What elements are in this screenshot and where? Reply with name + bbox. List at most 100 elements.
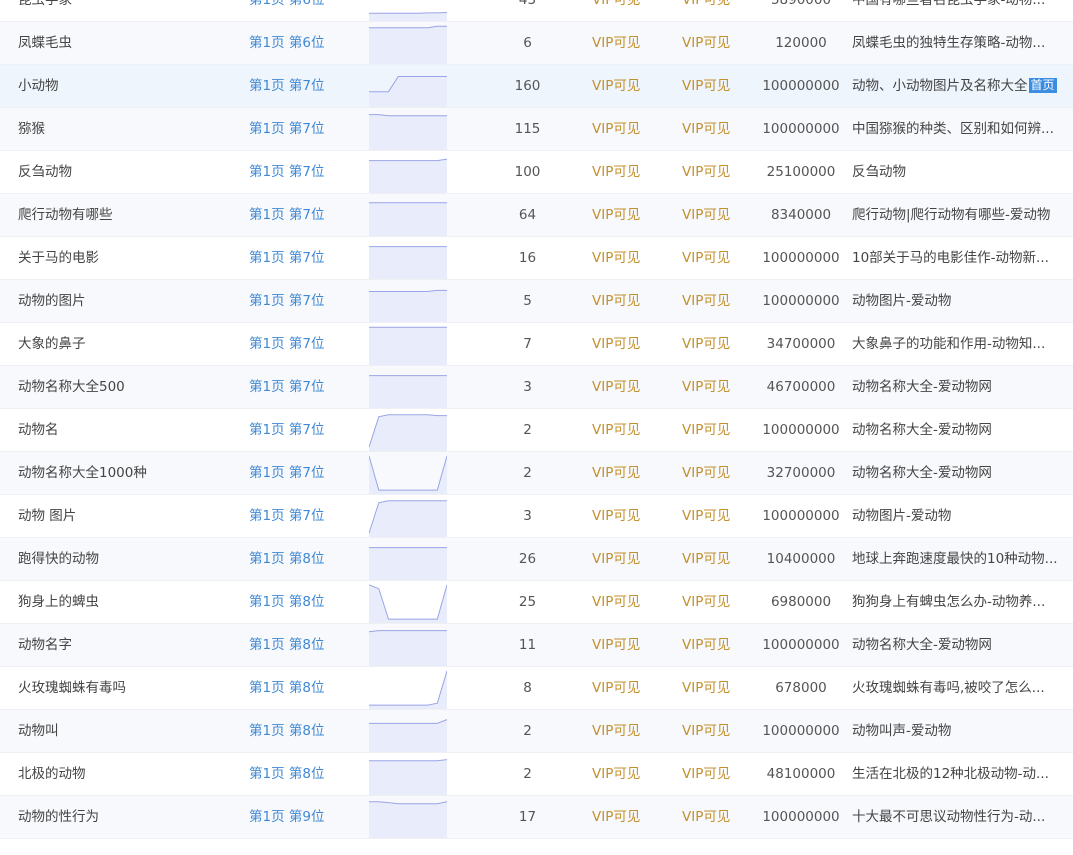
- vip-visible-label[interactable]: VIP可见: [592, 581, 640, 623]
- page-title-cell[interactable]: 动物名称大全-爱动物网: [852, 366, 1062, 408]
- rank-link[interactable]: 第1页 第7位: [249, 495, 359, 537]
- vip-visible-label[interactable]: VIP可见: [682, 495, 730, 537]
- rank-link[interactable]: 第1页 第6位: [249, 0, 359, 21]
- table-row[interactable]: 动物叫 第1页 第8位 2 VIP可见 VIP可见 100000000 动物叫声-爱动物: [0, 710, 1073, 753]
- page-title-cell[interactable]: 狗狗身上有蜱虫怎么办-动物养...: [852, 581, 1062, 623]
- vip-visible-label[interactable]: VIP可见: [592, 0, 640, 21]
- vip-visible-label[interactable]: VIP可见: [682, 710, 730, 752]
- table-row[interactable]: 北极的动物 第1页 第8位 2 VIP可见 VIP可见 48100000 生活在北极的12种…: [0, 753, 1073, 796]
- table-row[interactable]: 凤蝶毛虫 第1页 第6位 6 VIP可见 VIP可见 120000 凤蝶毛虫的独特生存策略-…: [0, 22, 1073, 65]
- table-row[interactable]: 动物名称大全500 第1页 第7位 3 VIP可见 VIP可见 46700000 动物名称大…: [0, 366, 1073, 409]
- table-row[interactable]: 昆虫学家 第1页 第6位 43 VIP可见 VIP可见 5890000 中国有哪些著名昆虫学…: [0, 0, 1073, 22]
- page-title-cell[interactable]: 中国猕猴的种类、区别和如何辨...: [852, 108, 1062, 150]
- page-title-cell[interactable]: 地球上奔跑速度最快的10种动物...: [852, 538, 1062, 580]
- table-row[interactable]: 爬行动物有哪些 第1页 第7位 64 VIP可见 VIP可见 8340000 爬行动物|爬行…: [0, 194, 1073, 237]
- vip-visible-label[interactable]: VIP可见: [682, 409, 730, 451]
- vip-visible-label[interactable]: VIP可见: [592, 495, 640, 537]
- table-row[interactable]: 关于马的电影 第1页 第7位 16 VIP可见 VIP可见 100000000 10部关于马…: [0, 237, 1073, 280]
- vip-visible-label[interactable]: VIP可见: [592, 65, 640, 107]
- table-row[interactable]: 猕猴 第1页 第7位 115 VIP可见 VIP可见 100000000 中国猕猴的种类、区…: [0, 108, 1073, 151]
- vip-visible-label[interactable]: VIP可见: [592, 194, 640, 236]
- page-title-cell[interactable]: 动物图片-爱动物: [852, 280, 1062, 322]
- rank-link[interactable]: 第1页 第8位: [249, 667, 359, 709]
- table-row[interactable]: 大象的鼻子 第1页 第7位 7 VIP可见 VIP可见 34700000 大象鼻子的功能和作…: [0, 323, 1073, 366]
- vip-visible-label[interactable]: VIP可见: [682, 452, 730, 494]
- vip-visible-label[interactable]: VIP可见: [682, 151, 730, 193]
- table-row[interactable]: 跑得快的动物 第1页 第8位 26 VIP可见 VIP可见 10400000 地球上奔跑速度…: [0, 538, 1073, 581]
- rank-link[interactable]: 第1页 第9位: [249, 796, 359, 838]
- vip-visible-label[interactable]: VIP可见: [592, 366, 640, 408]
- page-title-cell[interactable]: 反刍动物: [852, 151, 1062, 193]
- vip-visible-label[interactable]: VIP可见: [682, 194, 730, 236]
- vip-visible-label[interactable]: VIP可见: [592, 409, 640, 451]
- table-row[interactable]: 火玫瑰蜘蛛有毒吗 第1页 第8位 8 VIP可见 VIP可见 678000 火玫瑰蜘蛛有毒吗…: [0, 667, 1073, 710]
- vip-visible-label[interactable]: VIP可见: [682, 65, 730, 107]
- vip-visible-label[interactable]: VIP可见: [592, 710, 640, 752]
- table-row[interactable]: 反刍动物 第1页 第7位 100 VIP可见 VIP可见 25100000 反刍动物: [0, 151, 1073, 194]
- vip-visible-label[interactable]: VIP可见: [682, 581, 730, 623]
- rank-link[interactable]: 第1页 第8位: [249, 581, 359, 623]
- table-row[interactable]: 小动物 第1页 第7位 160 VIP可见 VIP可见 100000000 动物、小动物图片…: [0, 65, 1073, 108]
- rank-link[interactable]: 第1页 第7位: [249, 323, 359, 365]
- vip-visible-label[interactable]: VIP可见: [592, 796, 640, 838]
- vip-visible-label[interactable]: VIP可见: [682, 237, 730, 279]
- vip-visible-label[interactable]: VIP可见: [682, 753, 730, 795]
- rank-link[interactable]: 第1页 第7位: [249, 237, 359, 279]
- page-title-cell[interactable]: 动物、小动物图片及名称大全 首页: [852, 65, 1067, 107]
- rank-link[interactable]: 第1页 第7位: [249, 108, 359, 150]
- table-row[interactable]: 动物名 第1页 第7位 2 VIP可见 VIP可见 100000000 动物名称大全-爱动物…: [0, 409, 1073, 452]
- vip-visible-label[interactable]: VIP可见: [592, 280, 640, 322]
- rank-link[interactable]: 第1页 第8位: [249, 753, 359, 795]
- rank-link[interactable]: 第1页 第7位: [249, 366, 359, 408]
- rank-link[interactable]: 第1页 第8位: [249, 624, 359, 666]
- vip-visible-label[interactable]: VIP可见: [592, 538, 640, 580]
- vip-visible-label[interactable]: VIP可见: [682, 667, 730, 709]
- vip-visible-label[interactable]: VIP可见: [592, 667, 640, 709]
- page-title-cell[interactable]: 火玫瑰蜘蛛有毒吗,被咬了怎么...: [852, 667, 1062, 709]
- vip-visible-label[interactable]: VIP可见: [682, 0, 730, 21]
- vip-visible-label[interactable]: VIP可见: [592, 753, 640, 795]
- rank-link[interactable]: 第1页 第8位: [249, 538, 359, 580]
- vip-visible-label[interactable]: VIP可见: [592, 624, 640, 666]
- rank-link[interactable]: 第1页 第8位: [249, 710, 359, 752]
- table-row[interactable]: 动物名称大全1000种 第1页 第7位 2 VIP可见 VIP可见 32700000 动物名…: [0, 452, 1073, 495]
- vip-visible-label[interactable]: VIP可见: [682, 366, 730, 408]
- vip-visible-label[interactable]: VIP可见: [592, 237, 640, 279]
- page-title-cell[interactable]: 动物叫声-爱动物: [852, 710, 1062, 752]
- vip-visible-label[interactable]: VIP可见: [592, 108, 640, 150]
- vip-visible-label[interactable]: VIP可见: [682, 22, 730, 64]
- page-title-cell[interactable]: 凤蝶毛虫的独特生存策略-动物...: [852, 22, 1062, 64]
- vip-visible-label[interactable]: VIP可见: [682, 538, 730, 580]
- table-row[interactable]: 动物的图片 第1页 第7位 5 VIP可见 VIP可见 100000000 动物图片-爱动物: [0, 280, 1073, 323]
- rank-link[interactable]: 第1页 第6位: [249, 22, 359, 64]
- page-title-cell[interactable]: 中国有哪些著名昆虫学家-动物...: [852, 0, 1062, 21]
- table-row[interactable]: 动物的性行为 第1页 第9位 17 VIP可见 VIP可见 100000000 十大最不可思…: [0, 796, 1073, 839]
- rank-link[interactable]: 第1页 第7位: [249, 151, 359, 193]
- page-title-cell[interactable]: 大象鼻子的功能和作用-动物知...: [852, 323, 1062, 365]
- vip-visible-label[interactable]: VIP可见: [682, 108, 730, 150]
- page-title-cell[interactable]: 生活在北极的12种北极动物-动...: [852, 753, 1062, 795]
- page-title-cell[interactable]: 爬行动物|爬行动物有哪些-爱动物: [852, 194, 1062, 236]
- table-row[interactable]: 狗身上的蜱虫 第1页 第8位 25 VIP可见 VIP可见 6980000 狗狗身上有蜱虫怎…: [0, 581, 1073, 624]
- vip-visible-label[interactable]: VIP可见: [592, 22, 640, 64]
- vip-visible-label[interactable]: VIP可见: [682, 796, 730, 838]
- page-title-cell[interactable]: 动物图片-爱动物: [852, 495, 1062, 537]
- page-title-cell[interactable]: 动物名称大全-爱动物网: [852, 409, 1062, 451]
- table-row[interactable]: 动物 图片 第1页 第7位 3 VIP可见 VIP可见 100000000 动物图片-爱动物: [0, 495, 1073, 538]
- vip-visible-label[interactable]: VIP可见: [592, 151, 640, 193]
- rank-link[interactable]: 第1页 第7位: [249, 65, 359, 107]
- rank-link[interactable]: 第1页 第7位: [249, 280, 359, 322]
- rank-link[interactable]: 第1页 第7位: [249, 194, 359, 236]
- rank-link[interactable]: 第1页 第7位: [249, 409, 359, 451]
- vip-visible-label[interactable]: VIP可见: [592, 323, 640, 365]
- table-row[interactable]: 动物名字 第1页 第8位 11 VIP可见 VIP可见 100000000 动物名称大全-爱…: [0, 624, 1073, 667]
- vip-visible-label[interactable]: VIP可见: [682, 280, 730, 322]
- page-title-cell[interactable]: 十大最不可思议动物性行为-动...: [852, 796, 1062, 838]
- rank-link[interactable]: 第1页 第7位: [249, 452, 359, 494]
- page-title-cell[interactable]: 动物名称大全-爱动物网: [852, 452, 1062, 494]
- page-title-cell[interactable]: 10部关于马的电影佳作-动物新...: [852, 237, 1062, 279]
- page-title-cell[interactable]: 动物名称大全-爱动物网: [852, 624, 1062, 666]
- vip-visible-label[interactable]: VIP可见: [592, 452, 640, 494]
- vip-visible-label[interactable]: VIP可见: [682, 624, 730, 666]
- vip-visible-label[interactable]: VIP可见: [682, 323, 730, 365]
